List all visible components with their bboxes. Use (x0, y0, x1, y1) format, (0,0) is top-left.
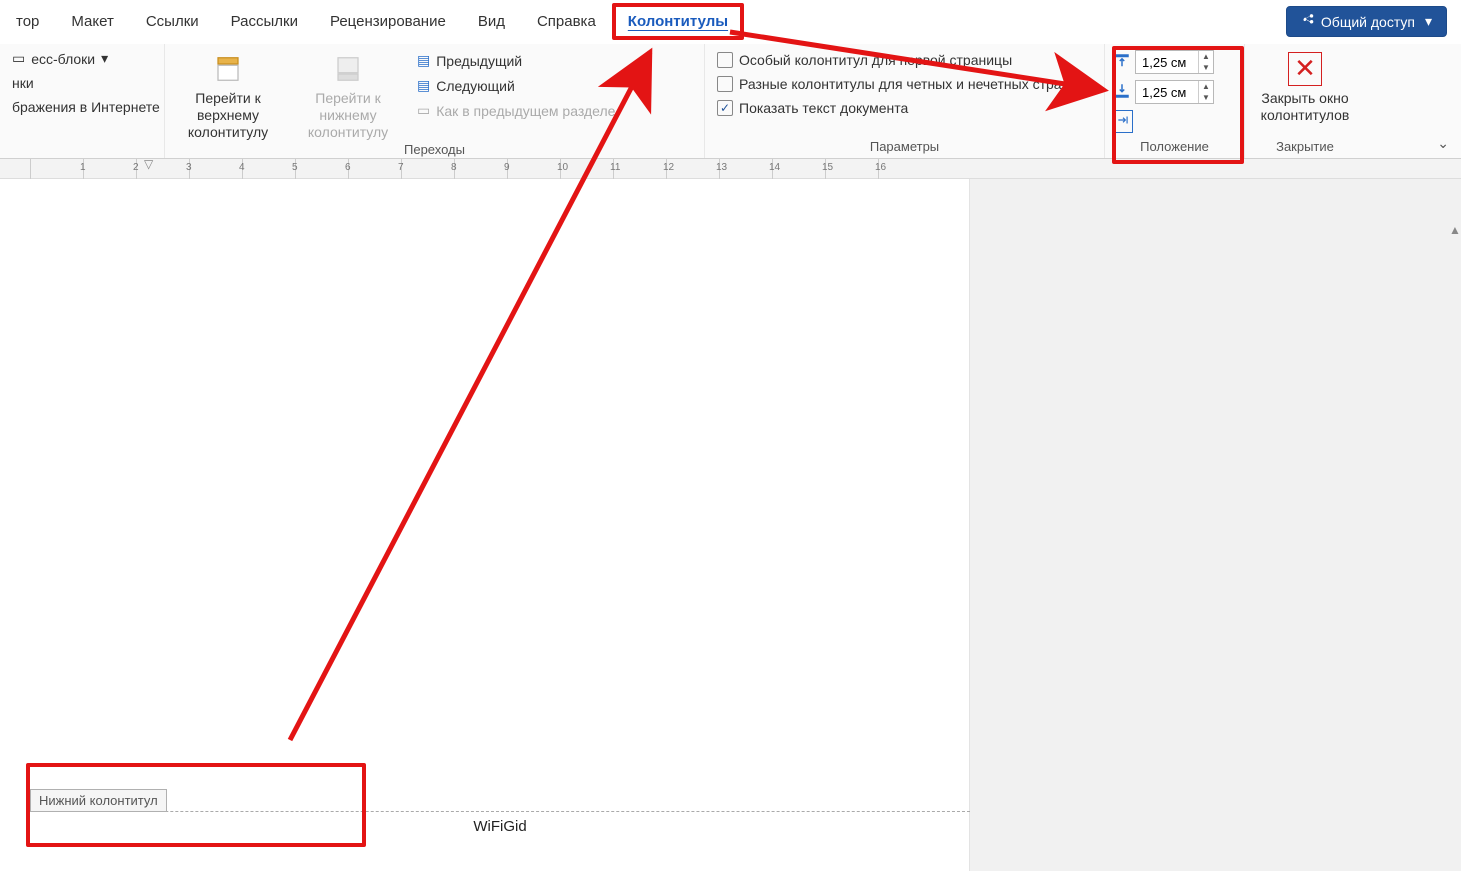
options-group-label: Параметры (713, 137, 1096, 158)
share-button-label: Общий доступ (1321, 14, 1415, 30)
tab-help[interactable]: Справка (521, 3, 612, 40)
tab-header-footer[interactable]: Колонтитулы (612, 3, 744, 40)
tab-editor[interactable]: тор (0, 3, 55, 40)
close-group-label: Закрытие (1253, 137, 1357, 158)
go-to-header-button[interactable]: Перейти к верхнему колонтитулу (173, 48, 283, 140)
ruler-mark: 7 (401, 159, 454, 179)
online-images-button[interactable]: бражения в Интернете (8, 97, 164, 117)
pictures-button[interactable]: нки (8, 73, 38, 93)
close-header-footer-button[interactable]: ✕ Закрыть окно колонтитулов (1253, 48, 1357, 124)
header-from-top-input[interactable]: ▲▼ (1135, 50, 1214, 74)
ruler-mark: 5 (295, 159, 348, 179)
footer-text[interactable]: WiFiGid (30, 812, 970, 841)
spin-down-icon[interactable]: ▼ (1199, 92, 1213, 103)
footer-nav-icon (331, 52, 365, 86)
link-prev-icon: ▭ (417, 102, 430, 119)
close-x-icon: ✕ (1288, 52, 1322, 86)
header-nav-icon (211, 52, 245, 86)
footer-label-tag: Нижний колонтитул (30, 789, 167, 812)
checkbox-icon (717, 52, 733, 68)
ruler-mark: 3 (189, 159, 242, 179)
tab-view[interactable]: Вид (462, 3, 521, 40)
different-first-page-checkbox[interactable]: Особый колонтитул для первой страницы (713, 50, 1016, 70)
spin-up-icon[interactable]: ▲ (1199, 51, 1213, 62)
document-page[interactable]: Нижний колонтитул WiFiGid (20, 179, 970, 871)
ruler-mark: 4 (242, 159, 295, 179)
ruler-mark: 15 (825, 159, 878, 179)
ruler-mark: 14 (772, 159, 825, 179)
tab-links[interactable]: Ссылки (130, 3, 215, 40)
document-area: Нижний колонтитул WiFiGid ▲ (0, 179, 1461, 871)
collapse-ribbon-icon[interactable]: ⌄ (1437, 135, 1449, 152)
insert-tab-icon[interactable] (1113, 110, 1133, 133)
out-of-page-area (970, 179, 1461, 871)
blocks-icon: ▭ (12, 50, 25, 67)
position-group-label: Положение (1113, 137, 1236, 158)
ruler-mark: 16 (878, 159, 931, 179)
tab-review[interactable]: Рецензирование (314, 3, 462, 40)
ruler-indent-marker[interactable]: ▽ (144, 157, 153, 171)
next-section-icon: ▤ (417, 77, 430, 94)
ruler-mark: 6 (348, 159, 401, 179)
tab-layout[interactable]: Макет (55, 3, 129, 40)
different-odd-even-checkbox[interactable]: Разные колонтитулы для четных и нечетных… (713, 74, 1089, 94)
footer-zone[interactable]: Нижний колонтитул WiFiGid (30, 789, 970, 841)
checkbox-icon (717, 76, 733, 92)
show-document-text-checkbox[interactable]: Показать текст документа (713, 98, 912, 118)
chevron-down-icon: ▾ (101, 50, 108, 67)
share-icon (1301, 13, 1315, 30)
next-section-button[interactable]: ▤ Следующий (413, 75, 519, 96)
footer-from-bottom-input[interactable]: ▲▼ (1135, 80, 1214, 104)
ruler-mark: 9 (507, 159, 560, 179)
chevron-down-icon: ▾ (1425, 13, 1432, 30)
ruler-mark: 13 (719, 159, 772, 179)
previous-section-button[interactable]: ▤ Предыдущий (413, 50, 526, 71)
go-to-footer-button: Перейти к нижнему колонтитулу (293, 48, 403, 140)
express-blocks-button[interactable]: ▭ есс-блоки ▾ (8, 48, 112, 69)
spin-up-icon[interactable]: ▲ (1199, 81, 1213, 92)
tab-mailings[interactable]: Рассылки (215, 3, 314, 40)
ribbon: ▭ есс-блоки ▾ нки бражения в Интернете (0, 44, 1461, 159)
link-to-previous-button: ▭ Как в предыдущем разделе (413, 100, 619, 121)
share-button[interactable]: Общий доступ ▾ (1286, 6, 1447, 37)
ribbon-tabs: тор Макет Ссылки Рассылки Рецензирование… (0, 0, 1461, 44)
scroll-up-icon[interactable]: ▲ (1449, 223, 1459, 237)
ruler-mark: 1 (83, 159, 136, 179)
ruler-mark (30, 159, 83, 179)
ruler-mark: 11 (613, 159, 666, 179)
ruler-mark: 10 (560, 159, 613, 179)
from-top-icon (1113, 52, 1131, 73)
checkbox-checked-icon (717, 100, 733, 116)
from-bottom-icon (1113, 82, 1131, 103)
ruler-mark: 12 (666, 159, 719, 179)
ruler-mark: 8 (454, 159, 507, 179)
prev-section-icon: ▤ (417, 52, 430, 69)
spin-down-icon[interactable]: ▼ (1199, 62, 1213, 73)
horizontal-ruler[interactable]: 12345678910111213141516 ▽ 1 (0, 159, 1461, 179)
